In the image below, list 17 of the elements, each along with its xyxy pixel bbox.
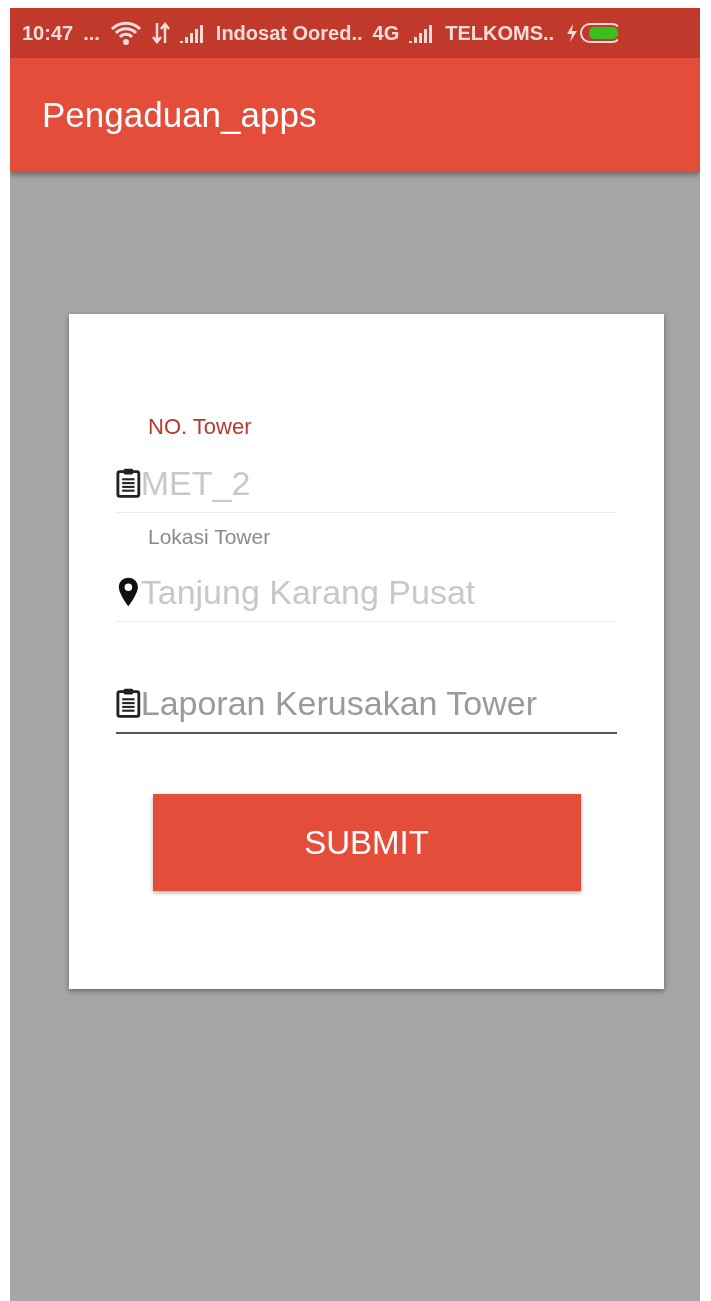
location-pin-icon [116, 576, 141, 608]
carrier-name: Indosat Oored.. [215, 21, 363, 45]
app-title: Pengaduan_apps [42, 95, 317, 135]
network-type: 4G [372, 21, 400, 45]
clipboard-icon [116, 467, 141, 499]
carrier-name: TELKOMS.. [445, 21, 555, 45]
clock: 10:47 [22, 21, 74, 45]
wifi-icon [109, 20, 142, 46]
field-label: Lokasi Tower [148, 525, 272, 549]
field-label: NO. Tower [148, 414, 253, 440]
clipboard-icon [116, 687, 141, 719]
battery-icon [564, 22, 619, 44]
signal-icon [179, 23, 206, 43]
more-notifications: ... [83, 21, 100, 45]
input-field[interactable]: Laporan Kerusakan Tower [140, 683, 617, 723]
submit-button[interactable]: SUBMIT [152, 794, 581, 891]
data-arrows-icon [151, 22, 170, 44]
